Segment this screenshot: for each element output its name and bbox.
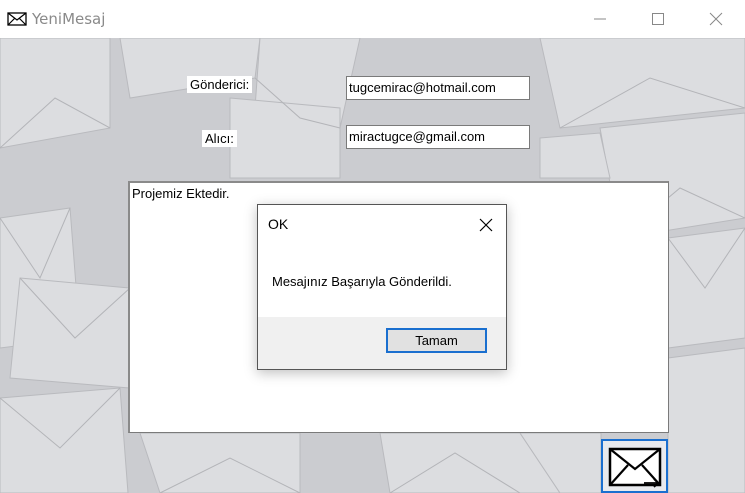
recipient-field[interactable]: miractugce@gmail.com xyxy=(346,125,530,149)
dialog-close-icon[interactable] xyxy=(478,217,494,233)
close-icon xyxy=(709,12,723,26)
close-button[interactable] xyxy=(687,0,745,38)
sender-field[interactable]: tugcemirac@hotmail.com xyxy=(346,76,530,100)
confirmation-dialog: OK Mesajınız Başarıyla Gönderildi. Tamam xyxy=(257,204,507,370)
minimize-button[interactable] xyxy=(571,0,629,38)
send-button[interactable] xyxy=(601,439,668,493)
dialog-message: Mesajınız Başarıyla Gönderildi. xyxy=(272,274,452,289)
minimize-icon xyxy=(594,18,606,20)
recipient-label: Alıcı: xyxy=(202,130,237,147)
title-bar: YeniMesaj xyxy=(0,0,745,38)
message-body-text: Projemiz Ektedir. xyxy=(132,186,230,201)
dialog-footer: Tamam xyxy=(258,317,506,369)
envelope-send-icon xyxy=(608,447,662,488)
maximize-button[interactable] xyxy=(629,0,687,38)
sender-label: Gönderici: xyxy=(187,76,253,93)
window-title: YeniMesaj xyxy=(32,10,106,28)
envelope-icon xyxy=(7,12,27,26)
maximize-icon xyxy=(652,13,664,25)
dialog-title: OK xyxy=(268,216,289,232)
dialog-ok-button[interactable]: Tamam xyxy=(386,328,487,353)
